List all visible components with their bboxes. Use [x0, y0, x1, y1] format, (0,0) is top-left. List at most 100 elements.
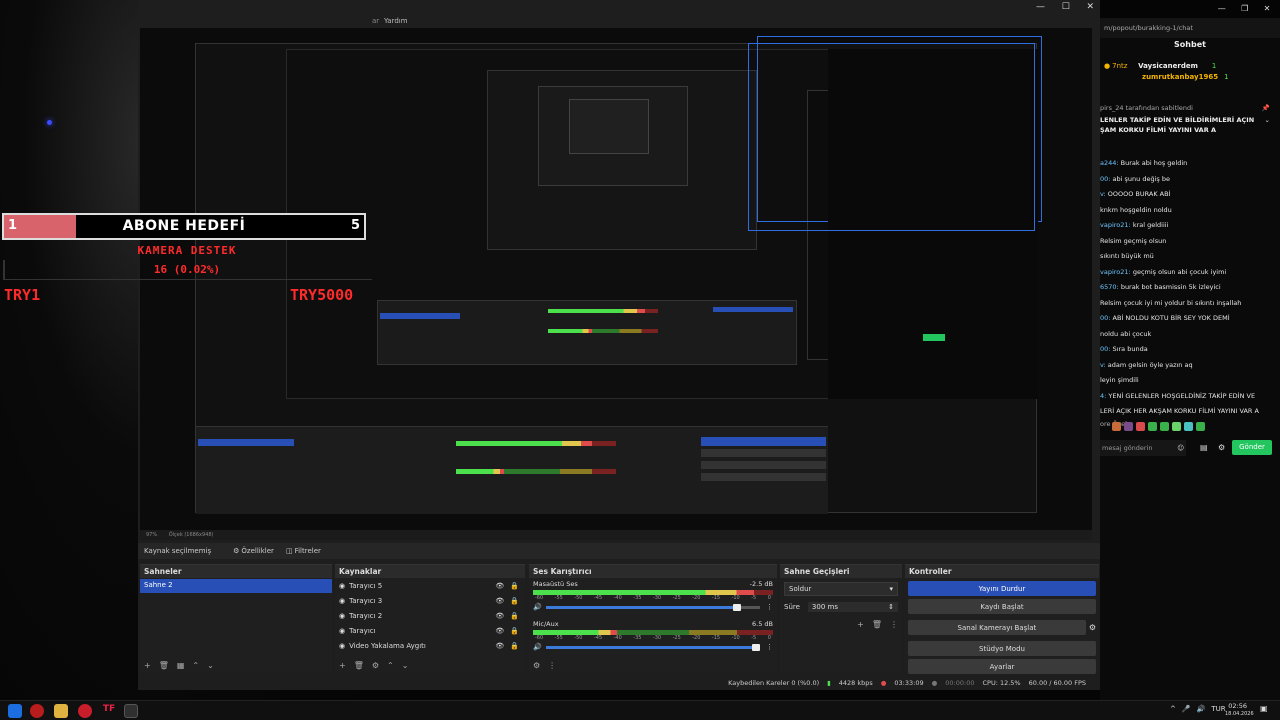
- trash-icon[interactable]: 🗑: [159, 661, 169, 670]
- volume-handle[interactable]: [732, 603, 741, 611]
- chat-username[interactable]: 4:: [1100, 392, 1106, 400]
- speaker-icon[interactable]: 🔊: [533, 643, 542, 651]
- eye-icon[interactable]: 👁: [495, 627, 504, 635]
- add-icon[interactable]: +: [144, 661, 151, 670]
- chat-text: Relsim çocuk iyi mi yoldur bi sıkıntı in…: [1100, 298, 1242, 307]
- eye-icon[interactable]: 👁: [495, 582, 504, 590]
- source-item[interactable]: ◉ Tarayıcı 2 👁 🔒: [335, 608, 525, 623]
- more-icon[interactable]: ⋮: [766, 643, 773, 651]
- tf-icon[interactable]: TF: [102, 704, 116, 718]
- gear-icon[interactable]: ⚙: [533, 661, 540, 670]
- volume-handle[interactable]: [752, 643, 760, 651]
- up-icon[interactable]: ⌃: [192, 661, 199, 670]
- eye-icon[interactable]: 👁: [495, 612, 504, 620]
- volume-slider[interactable]: [545, 643, 760, 651]
- emote-icon[interactable]: [1160, 422, 1169, 431]
- minimize-button[interactable]: —: [1218, 4, 1226, 14]
- stop-streaming-button[interactable]: Yayını Durdur: [908, 581, 1096, 596]
- duration-input[interactable]: 300 ms ⇕: [807, 602, 898, 612]
- source-item[interactable]: ◉ Video Yakalama Aygıtı 👁 🔒: [335, 638, 525, 653]
- zoom-label[interactable]: 97%: [146, 532, 157, 538]
- chevron-down-icon[interactable]: ⌄: [1265, 116, 1270, 124]
- chat-username[interactable]: v:: [1100, 190, 1106, 198]
- add-icon[interactable]: +: [857, 620, 864, 629]
- maximize-button[interactable]: ☐: [1062, 2, 1070, 12]
- settings-button[interactable]: Ayarlar: [908, 659, 1096, 674]
- scene-item[interactable]: Sahne 2: [140, 579, 332, 593]
- folder-icon[interactable]: [54, 704, 68, 718]
- up-icon[interactable]: ⌃: [387, 661, 394, 670]
- lock-icon[interactable]: 🔒: [510, 612, 519, 620]
- volume-icon[interactable]: 🔊: [1197, 705, 1206, 713]
- transition-select[interactable]: Soldur ▾: [784, 582, 898, 596]
- emote-icon[interactable]: [1136, 422, 1145, 431]
- more-icon[interactable]: ⋮: [890, 620, 898, 629]
- top-user-name[interactable]: zumrutkanbay1965: [1142, 73, 1218, 81]
- emote-icon[interactable]: [1196, 422, 1205, 431]
- chat-username[interactable]: vapiro21:: [1100, 268, 1131, 276]
- down-icon[interactable]: ⌄: [402, 661, 409, 670]
- more-icon[interactable]: ⋮: [766, 603, 773, 611]
- chat-username[interactable]: 00:: [1100, 345, 1110, 353]
- studio-mode-button[interactable]: Stüdyo Modu: [908, 641, 1096, 656]
- minimize-button[interactable]: —: [1036, 2, 1045, 12]
- mic-icon[interactable]: 🎤: [1182, 705, 1191, 713]
- chat-input[interactable]: mesaj gönderin ☺: [1100, 440, 1186, 456]
- lock-icon[interactable]: 🔒: [510, 597, 519, 605]
- volume-slider[interactable]: [545, 603, 760, 611]
- emote-icon[interactable]: [1172, 422, 1181, 431]
- source-item[interactable]: ◉ Tarayıcı 5 👁 🔒: [335, 578, 525, 593]
- chat-url[interactable]: m/popout/burakking-1/chat: [1100, 18, 1280, 38]
- trash-icon[interactable]: 🗑: [872, 620, 882, 629]
- top-user-name[interactable]: Vaysicanerdem: [1138, 62, 1198, 70]
- app-red-icon[interactable]: [30, 704, 44, 718]
- eye-icon[interactable]: 👁: [495, 597, 504, 605]
- speaker-icon[interactable]: 🔊: [533, 603, 542, 611]
- lock-icon[interactable]: 🔒: [510, 642, 519, 650]
- send-button[interactable]: Gönder: [1232, 440, 1272, 455]
- filter-icon[interactable]: ▦: [177, 661, 185, 670]
- filters-button[interactable]: ◫ Filtreler: [286, 547, 321, 555]
- lock-icon[interactable]: 🔒: [510, 582, 519, 590]
- restore-button[interactable]: ❐: [1241, 4, 1248, 14]
- gear-icon: ⚙: [233, 547, 240, 555]
- lang-indicator[interactable]: TUR: [1211, 705, 1225, 713]
- chat-username[interactable]: 6570:: [1100, 283, 1119, 291]
- emote-icon[interactable]: [1148, 422, 1157, 431]
- trash-icon[interactable]: 🗑: [354, 661, 364, 670]
- obs-taskbar-icon[interactable]: [124, 704, 138, 718]
- windows-start-icon[interactable]: [8, 704, 22, 718]
- chevron-up-icon[interactable]: ^: [1170, 705, 1176, 713]
- down-icon[interactable]: ⌄: [207, 661, 214, 670]
- chat-username[interactable]: vapiro21:: [1100, 221, 1131, 229]
- emote-icon[interactable]: [1112, 422, 1121, 431]
- chat-message: vapiro21: kral geldiiii: [1100, 218, 1280, 234]
- close-button[interactable]: ✕: [1264, 4, 1271, 14]
- notification-icon[interactable]: ▣: [1260, 704, 1268, 713]
- calendar-icon[interactable]: ▤: [1200, 443, 1208, 452]
- menu-help[interactable]: Yardım: [384, 17, 408, 25]
- source-item[interactable]: ◉ Tarayıcı 3 👁 🔒: [335, 593, 525, 608]
- lock-icon[interactable]: 🔒: [510, 627, 519, 635]
- chat-username[interactable]: v:: [1100, 361, 1106, 369]
- add-icon[interactable]: +: [339, 661, 346, 670]
- gear-icon[interactable]: ⚙: [372, 661, 379, 670]
- opera-icon[interactable]: [78, 704, 92, 718]
- source-item[interactable]: ◉ Tarayıcı 👁 🔒: [335, 623, 525, 638]
- chat-username[interactable]: 00:: [1100, 175, 1110, 183]
- clock[interactable]: 02:56 18.04.2026: [1225, 702, 1254, 718]
- more-icon[interactable]: ⋮: [548, 661, 556, 670]
- emote-icon[interactable]: [1184, 422, 1193, 431]
- emoji-icon[interactable]: ☺: [1177, 444, 1184, 452]
- gear-icon[interactable]: ⚙: [1089, 623, 1096, 632]
- start-virtual-camera-button[interactable]: Sanal Kamerayı Başlat: [908, 620, 1086, 635]
- chat-username[interactable]: a244:: [1100, 159, 1119, 167]
- eye-icon[interactable]: 👁: [495, 642, 504, 650]
- chat-username[interactable]: 00:: [1100, 314, 1110, 322]
- start-recording-button[interactable]: Kaydı Başlat: [908, 599, 1096, 614]
- close-button[interactable]: ✕: [1086, 2, 1094, 12]
- emote-icon[interactable]: [1124, 422, 1133, 431]
- properties-button[interactable]: ⚙ Özellikler: [233, 547, 274, 555]
- pin-icon[interactable]: 📌: [1262, 104, 1270, 112]
- gear-icon[interactable]: ⚙: [1218, 443, 1225, 452]
